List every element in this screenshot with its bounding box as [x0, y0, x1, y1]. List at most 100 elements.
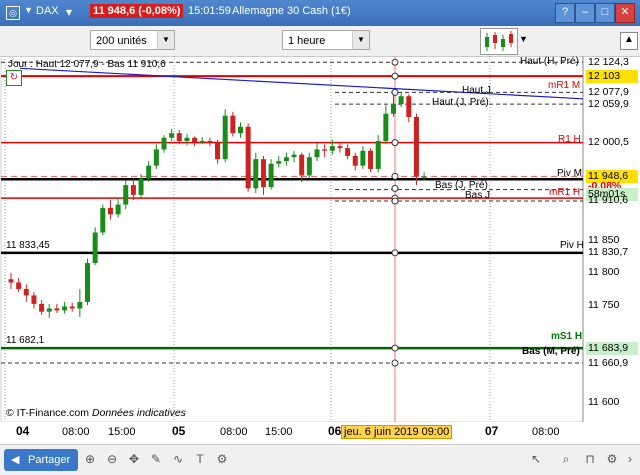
- chevron-right-icon[interactable]: ›: [622, 451, 638, 467]
- candle-body: [391, 104, 396, 114]
- search-icon[interactable]: ⌕: [558, 451, 574, 467]
- price-chart[interactable]: Jour : Haut 12 077,9 - Bas 11 910,6 ↻ © …: [0, 56, 640, 422]
- candle-body: [345, 148, 351, 156]
- candle-body: [299, 154, 305, 176]
- level-marker: [391, 197, 399, 205]
- price-badge: 11 948,6 (-0,08%): [90, 4, 184, 18]
- plot-border: [0, 56, 584, 422]
- price-axis-label: 11 830,7: [588, 246, 629, 259]
- x-label: 08:00: [220, 426, 248, 438]
- candle-body: [23, 288, 29, 296]
- level-bas-m-pre: Bas (M, Pré): [522, 346, 580, 357]
- candle-body: [398, 96, 404, 105]
- price-axis-label: 12 124,3: [588, 55, 629, 68]
- candle-body: [276, 161, 282, 164]
- level-marker: [391, 249, 399, 257]
- price-axis-label: 12 000,5: [588, 136, 629, 149]
- candle-body: [207, 141, 213, 143]
- price-axis-label: 12 103: [586, 69, 638, 83]
- draw-tools-icon[interactable]: ✎: [148, 451, 164, 467]
- title-bar: ◎ ▼ DAX ▾ 11 948,6 (-0,08%) 15:01:59 All…: [0, 0, 640, 26]
- minimize-button[interactable]: –: [575, 3, 595, 23]
- refresh-icon[interactable]: ↻: [6, 70, 22, 86]
- candle-body: [130, 185, 136, 195]
- price-axis-label: 11 683,9: [586, 341, 638, 355]
- copyright-text: © IT-Finance.com: [6, 407, 90, 419]
- chevron-down-icon[interactable]: ▼: [24, 5, 33, 15]
- settings-icon[interactable]: ⚙: [214, 451, 230, 467]
- zoom-out-icon[interactable]: ⊖: [104, 451, 120, 467]
- candle-body: [314, 149, 320, 158]
- clock-time: 15:01:59: [188, 5, 231, 17]
- candle-body: [31, 295, 37, 304]
- close-button[interactable]: ✕: [615, 3, 635, 23]
- time-axis[interactable]: 04 08:00 15:00 05 08:00 15:00 06 jeu. 6 …: [0, 422, 640, 444]
- instrument-name: Allemagne 30 Cash (1€): [232, 5, 351, 17]
- candle-body: [146, 165, 152, 179]
- candle-body: [123, 185, 129, 205]
- candlestick-chart[interactable]: [0, 56, 640, 422]
- level-mr1-h: mR1 H: [549, 187, 581, 198]
- x-label: 15:00: [265, 426, 293, 438]
- collapse-toolbar-button[interactable]: ▲: [620, 32, 638, 50]
- x-label-day: 04: [16, 424, 30, 438]
- units-select[interactable]: 200 unités ▼: [90, 30, 175, 50]
- day-high-low-info: Jour : Haut 12 077,9 - Bas 11 910,6: [8, 59, 166, 70]
- candle-body: [176, 133, 182, 142]
- candle-body: [268, 163, 274, 188]
- candle-body: [138, 178, 144, 195]
- candle-body: [107, 207, 113, 215]
- indicator-icon[interactable]: ∿: [170, 451, 186, 467]
- level-haut-h-pre: Haut (H, Pré): [520, 56, 579, 67]
- level-marker: [391, 359, 399, 367]
- chevron-down-icon: ▼: [157, 31, 174, 49]
- candle-body: [184, 137, 190, 142]
- candle-body: [283, 157, 289, 162]
- level-piv-h: Piv H: [560, 240, 584, 251]
- candle-body: [54, 308, 60, 311]
- level-bas-j: Bas J: [465, 190, 491, 201]
- share-button[interactable]: ◀ Partager: [4, 449, 79, 471]
- chart-type-button[interactable]: [480, 28, 518, 55]
- gear-icon[interactable]: ⚙: [604, 451, 620, 467]
- timeframe-value: 1 heure: [288, 35, 326, 47]
- candle-body: [199, 141, 205, 143]
- chevron-down-icon[interactable]: ▼: [519, 34, 528, 44]
- bottom-toolbar: ◀ Partager ⊕ ⊖ ✥ ✎ ∿ T ⚙ ↖ ⌕ ⊓ ⚙ ›: [0, 444, 640, 475]
- candle-body: [337, 146, 343, 149]
- pan-icon[interactable]: ✥: [126, 451, 142, 467]
- text-icon[interactable]: T: [192, 451, 208, 467]
- x-label-day: 05: [172, 424, 186, 438]
- candle-body: [161, 137, 167, 150]
- price-axis-label: 11 800: [588, 266, 620, 279]
- price-axis-label: 12 059,9: [588, 97, 629, 110]
- candle-body: [39, 303, 45, 312]
- magnet-icon[interactable]: ⊓: [582, 451, 598, 467]
- candle-body: [291, 154, 297, 158]
- maximize-button[interactable]: □: [595, 3, 615, 23]
- level-r1-h: R1 H: [558, 134, 581, 145]
- x-label: 08:00: [532, 426, 560, 438]
- x-label: 15:00: [108, 426, 136, 438]
- chevron-down-icon[interactable]: ▾: [66, 5, 72, 19]
- toolbar: 200 unités ▼ 1 heure ▼ ▼ ▲: [0, 26, 640, 57]
- level-haut-j-pre: Haut (J, Pré): [432, 97, 489, 108]
- price-axis-label: 11 910,6: [588, 194, 629, 207]
- level-marker: [391, 139, 399, 147]
- candle-body: [85, 263, 90, 302]
- level-ms1-h: mS1 H: [551, 331, 583, 342]
- candle-body: [169, 133, 175, 138]
- candle-body: [306, 157, 312, 176]
- level-haut-j: Haut J: [462, 85, 491, 96]
- timeframe-select[interactable]: 1 heure ▼: [282, 30, 370, 50]
- level-marker: [391, 172, 399, 180]
- candle-body: [260, 159, 266, 188]
- candle-body: [69, 306, 75, 309]
- price-axis-label: 11 750: [588, 298, 620, 311]
- zoom-in-icon[interactable]: ⊕: [82, 451, 98, 467]
- cursor-icon[interactable]: ↖: [528, 451, 544, 467]
- candle-body: [329, 146, 335, 151]
- x-label-day: 07: [485, 424, 499, 438]
- app-icon: ◎: [6, 6, 20, 20]
- help-button[interactable]: ?: [555, 3, 575, 23]
